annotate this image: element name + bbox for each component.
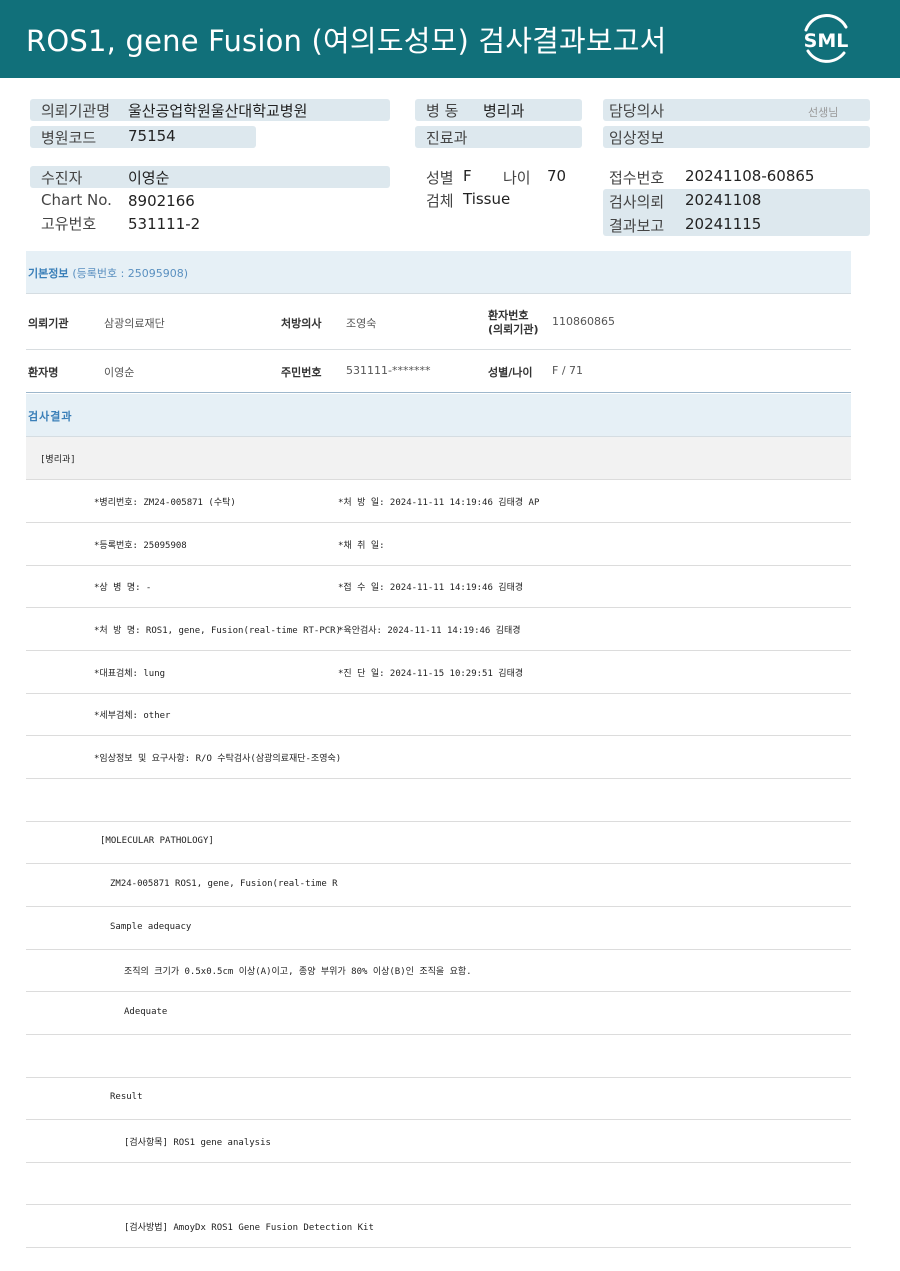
receipt-value: 20241108-60865	[685, 167, 815, 185]
examinee-label: 수진자	[41, 169, 83, 187]
result-right: *처 방 일: 2024-11-11 14:19:46 김태경 AP	[338, 498, 540, 508]
result-row-empty	[26, 779, 851, 822]
result-right: *진 단 일: 2024-11-15 10:29:51 김태경	[338, 669, 524, 679]
result-row: *등록번호: 25095908 *채 취 일:	[26, 523, 851, 566]
examinee-value: 이영순	[128, 169, 170, 187]
result-row-empty	[26, 1162, 851, 1205]
sex-value: F	[463, 167, 472, 185]
hospital-code-value: 75154	[128, 127, 176, 145]
attending-label: 담당의사	[609, 102, 665, 120]
result-right: *육안검사: 2024-11-11 14:19:46 김태경	[338, 626, 521, 636]
basic-info-value: 110860865	[552, 315, 615, 328]
results-title: 검사결과	[28, 410, 73, 423]
result-row-empty	[26, 1035, 851, 1078]
result-right: *접 수 일: 2024-11-11 14:19:46 김태경	[338, 583, 524, 593]
result-left: *처 방 명: ROS1, gene, Fusion(real-time RT-…	[94, 626, 341, 636]
logo-text: SML	[804, 30, 849, 52]
result-left: *대표검체: lung	[94, 669, 166, 679]
result-row: *처 방 명: ROS1, gene, Fusion(real-time RT-…	[26, 608, 851, 651]
result-row: [MOLECULAR PATHOLOGY]	[26, 821, 851, 864]
adequacy-value: Adequate	[124, 1007, 168, 1017]
dept-tag: [병리과]	[40, 455, 76, 465]
basic-info-label: 환자명	[28, 366, 59, 379]
age-value: 70	[547, 167, 567, 185]
department-label: 진료과	[426, 129, 468, 147]
result-row: [검사방법] AmoyDx ROS1 Gene Fusion Detection…	[26, 1205, 851, 1248]
result-left: 조직의 크기가 0.5x0.5cm 이상(A)이고, 종양 부위가 80% 이상…	[124, 967, 472, 977]
receipt-label: 접수번호	[609, 169, 665, 187]
basic-info-label: 성별/나이	[488, 366, 533, 379]
basic-info-row-1: 의뢰기관 삼광의료재단 처방의사 조영숙 환자번호 (의뢰기관) 1108608…	[26, 294, 851, 350]
result-row: *병리번호: ZM24-005871 (수탁) *처 방 일: 2024-11-…	[26, 480, 851, 523]
result-row: *임상정보 및 요구사항: R/O 수탁검사(삼광의료재단-조영숙)	[26, 736, 851, 779]
sample-adequacy-heading: Sample adequacy	[110, 922, 192, 932]
result-row: Sample adequacy	[26, 907, 851, 950]
basic-info-value: 조영숙	[346, 317, 377, 330]
report-header: ROS1, gene Fusion (여의도성모) 검사결과보고서 SML	[0, 0, 900, 78]
basic-info-title: 기본정보	[28, 267, 69, 280]
hospital-code-label: 병원코드	[41, 129, 97, 147]
basic-info-header: 기본정보 (등록번호 : 25095908)	[26, 251, 851, 294]
result-left: ZM24-005871 ROS1, gene, Fusion(real-time…	[110, 879, 338, 889]
result-row: ZM24-005871 ROS1, gene, Fusion(real-time…	[26, 864, 851, 907]
basic-info-label: 처방의사	[281, 317, 322, 330]
pill-examinee	[30, 166, 390, 188]
test-method: [검사방법] AmoyDx ROS1 Gene Fusion Detection…	[124, 1223, 374, 1233]
basic-info-label: 주민번호	[281, 366, 322, 379]
basic-info-row-2: 환자명 이영순 주민번호 531111-******* 성별/나이 F / 71	[26, 350, 851, 393]
test-item: [검사항목] ROS1 gene analysis	[124, 1138, 271, 1148]
result-row: *대표검체: lung *진 단 일: 2024-11-15 10:29:51 …	[26, 651, 851, 694]
result-left: *병리번호: ZM24-005871 (수탁)	[94, 498, 236, 508]
result-left: *임상정보 및 요구사항: R/O 수탁검사(삼광의료재단-조영숙)	[94, 754, 342, 764]
requesting-org-label: 의뢰기관명	[41, 102, 111, 120]
basic-info-value: F / 71	[552, 364, 584, 377]
sex-label: 성별	[426, 169, 454, 187]
results-dept-row: [병리과]	[26, 437, 851, 480]
report-title: ROS1, gene Fusion (여의도성모) 검사결과보고서	[26, 24, 667, 58]
clinical-info-label: 임상정보	[609, 129, 665, 147]
requesting-org-value: 울산공업학원울산대학교병원	[128, 102, 308, 120]
result-row: Adequate	[26, 992, 851, 1035]
specimen-label: 검체	[426, 192, 454, 210]
request-value: 20241108	[685, 191, 762, 209]
result-left: *등록번호: 25095908	[94, 541, 187, 551]
specimen-value: Tissue	[463, 190, 511, 208]
basic-info-value: 삼광의료재단	[104, 317, 165, 330]
report-label: 결과보고	[609, 217, 665, 235]
report-value: 20241115	[685, 215, 762, 233]
result-row: *세부검체: other	[26, 693, 851, 736]
result-heading: Result	[110, 1092, 143, 1102]
chart-label: Chart No.	[41, 191, 112, 209]
results-header: 검사결과	[26, 394, 851, 437]
result-right: *채 취 일:	[338, 541, 385, 551]
molecular-pathology-heading: [MOLECULAR PATHOLOGY]	[100, 836, 214, 846]
basic-info-sub: (등록번호 : 25095908)	[72, 267, 189, 280]
result-row: 조직의 크기가 0.5x0.5cm 이상(A)이고, 종양 부위가 80% 이상…	[26, 949, 851, 992]
unique-value: 531111-2	[128, 215, 201, 233]
basic-info-label: (의뢰기관)	[488, 323, 539, 336]
unique-label: 고유번호	[41, 215, 97, 233]
age-label: 나이	[503, 169, 531, 187]
result-left: *상 병 명: -	[94, 583, 152, 593]
ward-label: 병 동	[426, 102, 459, 120]
chart-value: 8902166	[128, 192, 195, 210]
ward-value: 병리과	[483, 102, 525, 120]
basic-info-label: 의뢰기관	[28, 317, 69, 330]
result-row: [검사항목] ROS1 gene analysis	[26, 1120, 851, 1163]
result-left: *세부검체: other	[94, 711, 171, 721]
request-label: 검사의뢰	[609, 193, 665, 211]
basic-info-value: 이영순	[104, 366, 135, 379]
attending-suffix: 선생님	[808, 106, 839, 119]
result-row: *상 병 명: - *접 수 일: 2024-11-11 14:19:46 김태…	[26, 565, 851, 608]
result-row: Result	[26, 1077, 851, 1120]
sml-logo: SML	[804, 14, 849, 63]
basic-info-value: 531111-*******	[346, 364, 431, 377]
